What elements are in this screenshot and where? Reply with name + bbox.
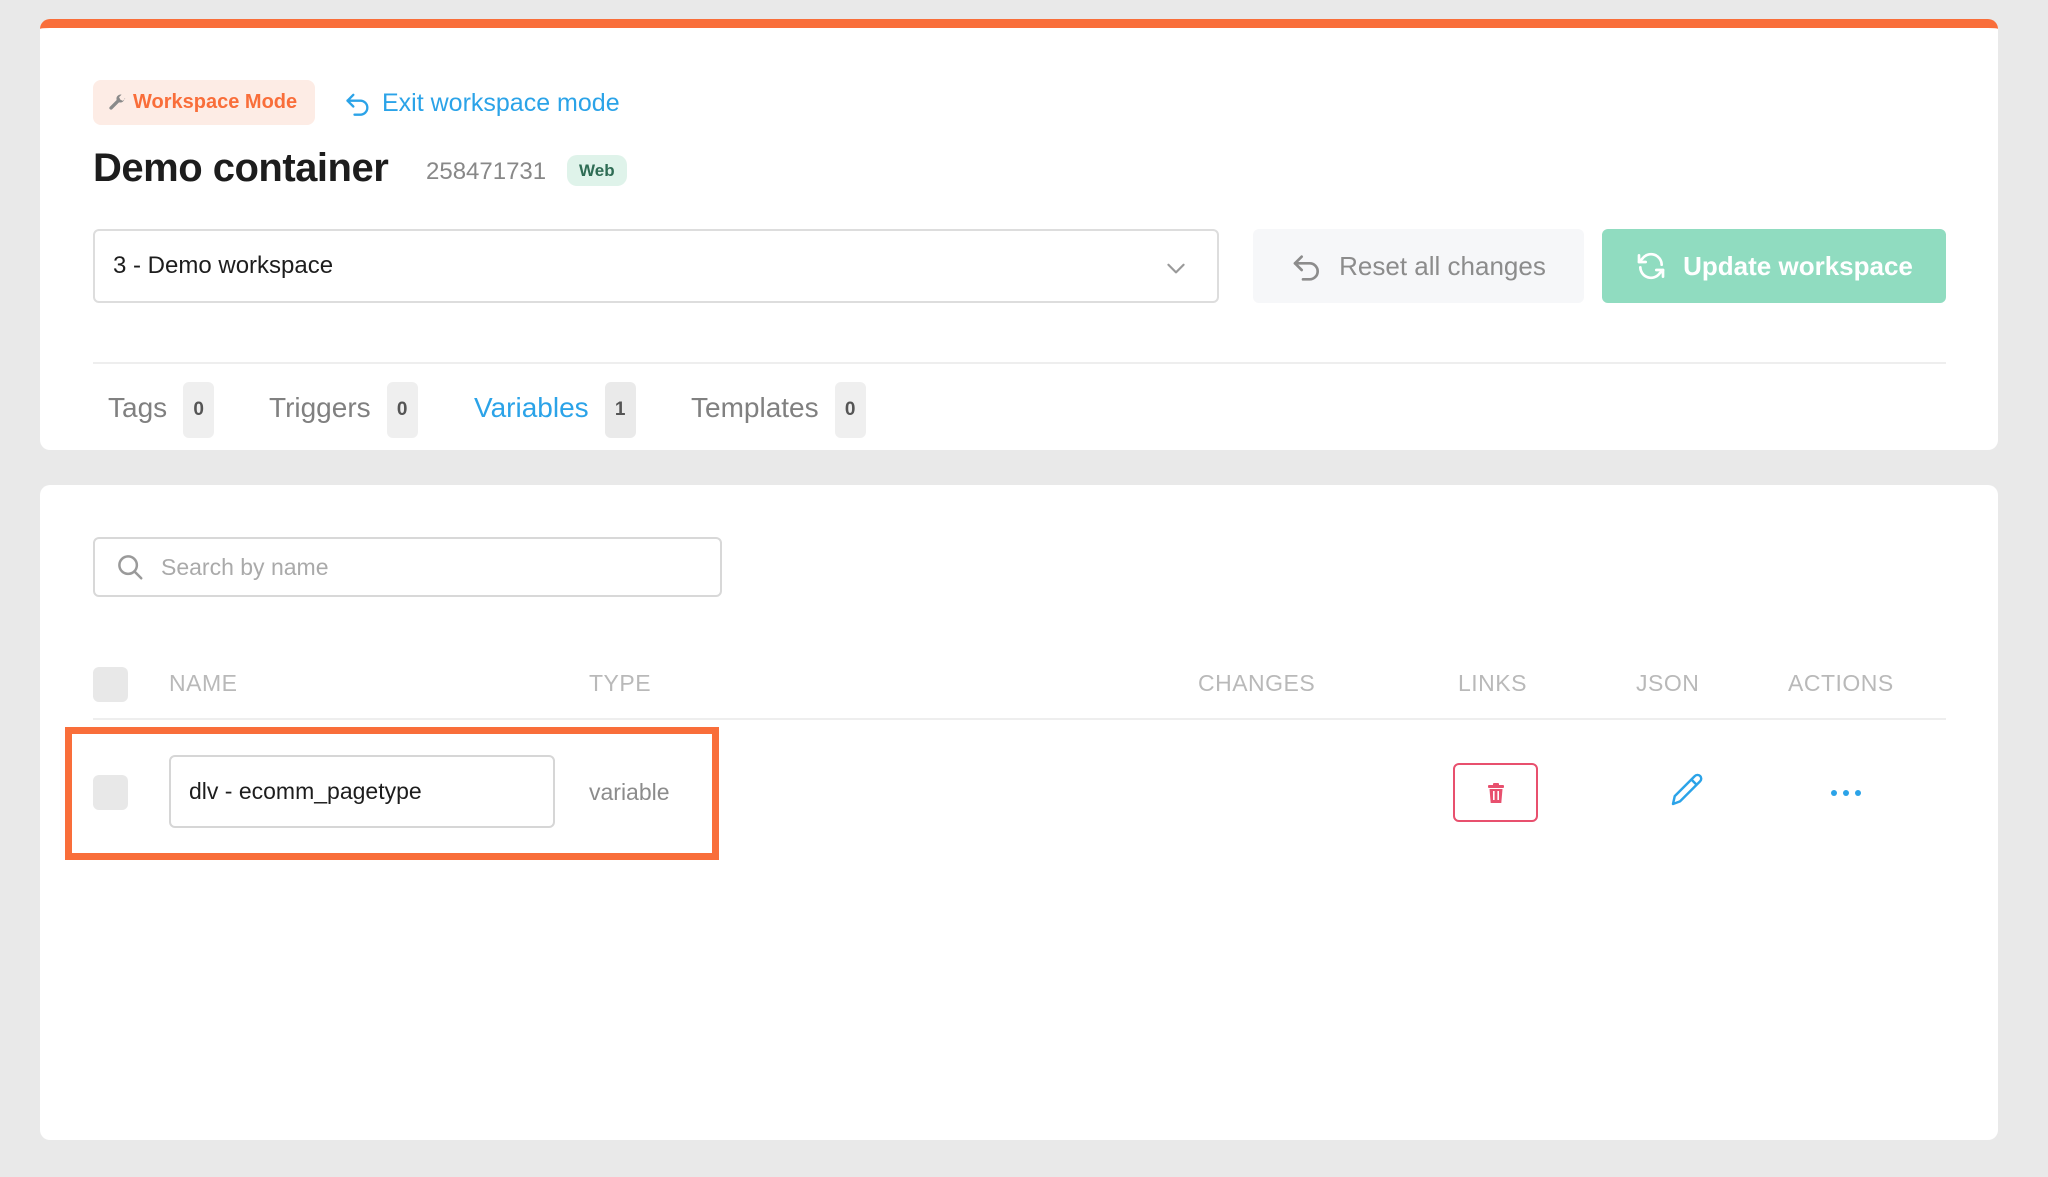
exit-workspace-mode-link[interactable]: Exit workspace mode [344, 84, 620, 122]
workspace-select-value: 3 - Demo workspace [113, 252, 334, 279]
column-header-type[interactable]: TYPE [589, 670, 651, 697]
chevron-down-icon [1167, 263, 1185, 274]
undo-arrow-icon [346, 93, 369, 116]
more-options-icon[interactable] [1826, 787, 1866, 799]
tab-count-badge: 0 [183, 382, 215, 438]
tab-count-badge: 0 [386, 382, 418, 438]
page-title: Demo container [93, 146, 389, 190]
tab-triggers[interactable]: Triggers 0 [269, 382, 418, 450]
select-all-checkbox[interactable] [93, 667, 128, 702]
table-header-divider [93, 718, 1946, 720]
tab-label: Templates [691, 392, 819, 423]
workspace-mode-badge: Workspace Mode [93, 80, 316, 125]
exit-workspace-mode-label: Exit workspace mode [382, 88, 620, 117]
tab-variables[interactable]: Variables 1 [474, 382, 636, 450]
undo-arrow-icon [1293, 255, 1320, 281]
highlight-annotation-box [65, 727, 719, 860]
update-workspace-button[interactable]: Update workspace [1602, 229, 1946, 303]
delete-button[interactable] [1453, 763, 1538, 822]
workspace-mode-label: Workspace Mode [133, 91, 298, 113]
tab-label: Triggers [269, 392, 371, 423]
tab-count-badge: 0 [834, 382, 866, 438]
search-field[interactable] [93, 537, 722, 597]
pencil-icon[interactable] [1666, 769, 1708, 811]
container-id: 258471731 [426, 158, 547, 185]
column-header-actions: ACTIONS [1788, 670, 1894, 696]
column-header-name[interactable]: NAME [169, 670, 237, 697]
wrench-icon [109, 94, 126, 110]
tab-label: Variables [474, 392, 589, 423]
variables-list-card: NAME TYPE CHANGES LINKS JSON ACTIONS dlv… [40, 485, 1998, 1140]
tab-templates[interactable]: Templates 0 [691, 382, 866, 450]
column-header-json: JSON [1636, 670, 1700, 696]
header-divider [93, 362, 1946, 364]
reset-all-changes-label: Reset all changes [1339, 250, 1546, 281]
refresh-icon [1637, 252, 1665, 280]
column-header-changes: CHANGES [1198, 670, 1316, 696]
column-header-links: LINKS [1458, 670, 1527, 696]
tab-tags[interactable]: Tags 0 [108, 382, 215, 450]
search-icon [118, 555, 143, 580]
tab-label: Tags [108, 392, 168, 423]
update-workspace-label: Update workspace [1683, 250, 1913, 281]
search-input[interactable] [161, 553, 701, 581]
reset-all-changes-button[interactable]: Reset all changes [1253, 229, 1584, 303]
trash-icon [1487, 782, 1504, 803]
workspace-select[interactable]: 3 - Demo workspace [93, 229, 1219, 303]
platform-badge: Web [567, 155, 627, 186]
workspace-header-card: Workspace Mode Exit workspace mode Demo … [40, 19, 1998, 450]
tab-count-badge: 1 [604, 382, 636, 438]
